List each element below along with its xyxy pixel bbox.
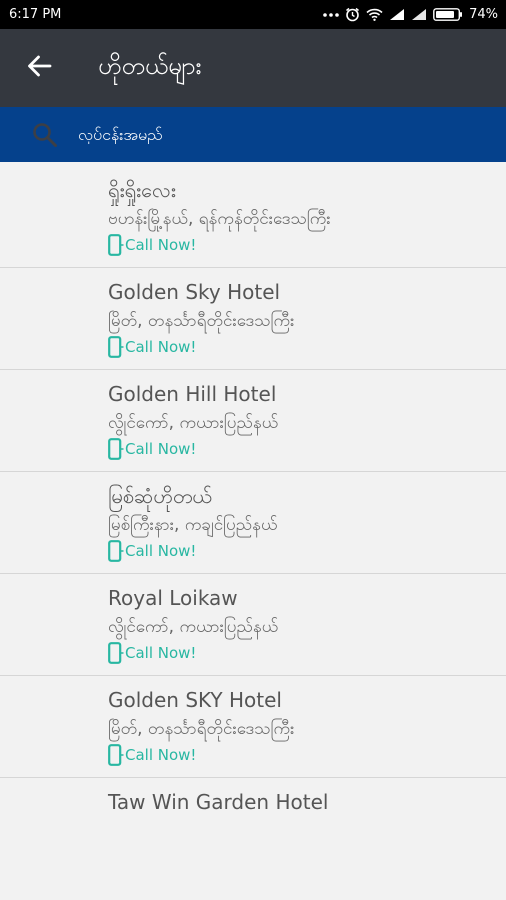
search-input[interactable]: [78, 125, 458, 144]
phone-icon: [108, 438, 124, 460]
list-item[interactable]: Golden Sky Hotel မြိတ်, တနင်္သာရီတိုင်းဒ…: [0, 268, 506, 370]
search-bar: [0, 107, 506, 162]
wifi-icon: [366, 8, 383, 21]
hotel-name: Golden Hill Hotel: [108, 382, 277, 406]
call-now-button[interactable]: Call Now!: [108, 336, 506, 358]
call-now-button[interactable]: Call Now!: [108, 438, 506, 460]
hotel-address: ဗဟန်းမြို့နယ်, ရန်ကုန်တိုင်းဒေသကြီး: [108, 209, 331, 229]
call-now-button[interactable]: Call Now!: [108, 642, 506, 664]
hotel-address: မြိတ်, တနင်္သာရီတိုင်းဒေသကြီး: [108, 311, 295, 331]
hotel-name: မြစ်ဆုံဟိုတယ်: [108, 484, 212, 508]
list-item[interactable]: Taw Win Garden Hotel: [0, 778, 506, 880]
battery-icon: [433, 8, 463, 21]
back-button[interactable]: [22, 51, 56, 85]
hotel-name: Taw Win Garden Hotel: [108, 790, 329, 814]
battery-percent: 74%: [469, 7, 498, 22]
hotel-address: မြိတ်, တနင်္သာရီတိုင်းဒေသကြီး: [108, 719, 295, 739]
phone-icon: [108, 744, 124, 766]
phone-icon: [108, 336, 124, 358]
hotel-address: မြစ်ကြီးနား, ကချင်ပြည်နယ်: [108, 515, 278, 535]
status-icons: 74%: [323, 7, 498, 22]
list-item[interactable]: Golden Hill Hotel လွိုင်ကော်, ကယားပြည်နယ…: [0, 370, 506, 472]
hotel-address: လွိုင်ကော်, ကယားပြည်နယ်: [108, 413, 279, 433]
list-item[interactable]: Royal Loikaw လွိုင်ကော်, ကယားပြည်နယ် Cal…: [0, 574, 506, 676]
call-now-button[interactable]: Call Now!: [108, 540, 506, 562]
signal-icon: [411, 8, 427, 21]
list-item[interactable]: Golden SKY Hotel မြိတ်, တနင်္သာရီတိုင်းဒ…: [0, 676, 506, 778]
call-now-label: Call Now!: [125, 644, 197, 662]
status-time: 6:17 PM: [9, 7, 62, 22]
call-now-label: Call Now!: [125, 338, 197, 356]
hotel-name: Golden Sky Hotel: [108, 280, 281, 304]
search-icon[interactable]: [32, 122, 58, 148]
hotel-name: Golden SKY Hotel: [108, 688, 282, 712]
alarm-icon: [345, 7, 360, 22]
list-item[interactable]: ရှိုးရှိုးလေး ဗဟန်းမြို့နယ်, ရန်ကုန်တိုင…: [0, 166, 506, 268]
call-now-label: Call Now!: [125, 746, 197, 764]
hotel-list: ရှိုးရှိုးလေး ဗဟန်းမြို့နယ်, ရန်ကုန်တိုင…: [0, 166, 506, 900]
arrow-left-icon: [26, 54, 52, 82]
call-now-label: Call Now!: [125, 542, 197, 560]
page-title: ဟိုတယ်များ: [98, 52, 202, 80]
hotel-name: Royal Loikaw: [108, 586, 238, 610]
call-now-button[interactable]: Call Now!: [108, 234, 506, 256]
app-bar: ဟိုတယ်များ: [0, 29, 506, 107]
phone-icon: [108, 540, 124, 562]
call-now-label: Call Now!: [125, 440, 197, 458]
hotel-name: ရှိုးရှိုးလေး: [108, 178, 176, 202]
call-now-label: Call Now!: [125, 236, 197, 254]
phone-icon: [108, 642, 124, 664]
phone-icon: [108, 234, 124, 256]
hotel-address: လွိုင်ကော်, ကယားပြည်နယ်: [108, 617, 279, 637]
call-now-button[interactable]: Call Now!: [108, 744, 506, 766]
list-item[interactable]: မြစ်ဆုံဟိုတယ် မြစ်ကြီးနား, ကချင်ပြည်နယ် …: [0, 472, 506, 574]
signal-icon: [389, 8, 405, 21]
dots-icon: [323, 12, 339, 18]
status-bar: 6:17 PM 74%: [0, 0, 506, 29]
